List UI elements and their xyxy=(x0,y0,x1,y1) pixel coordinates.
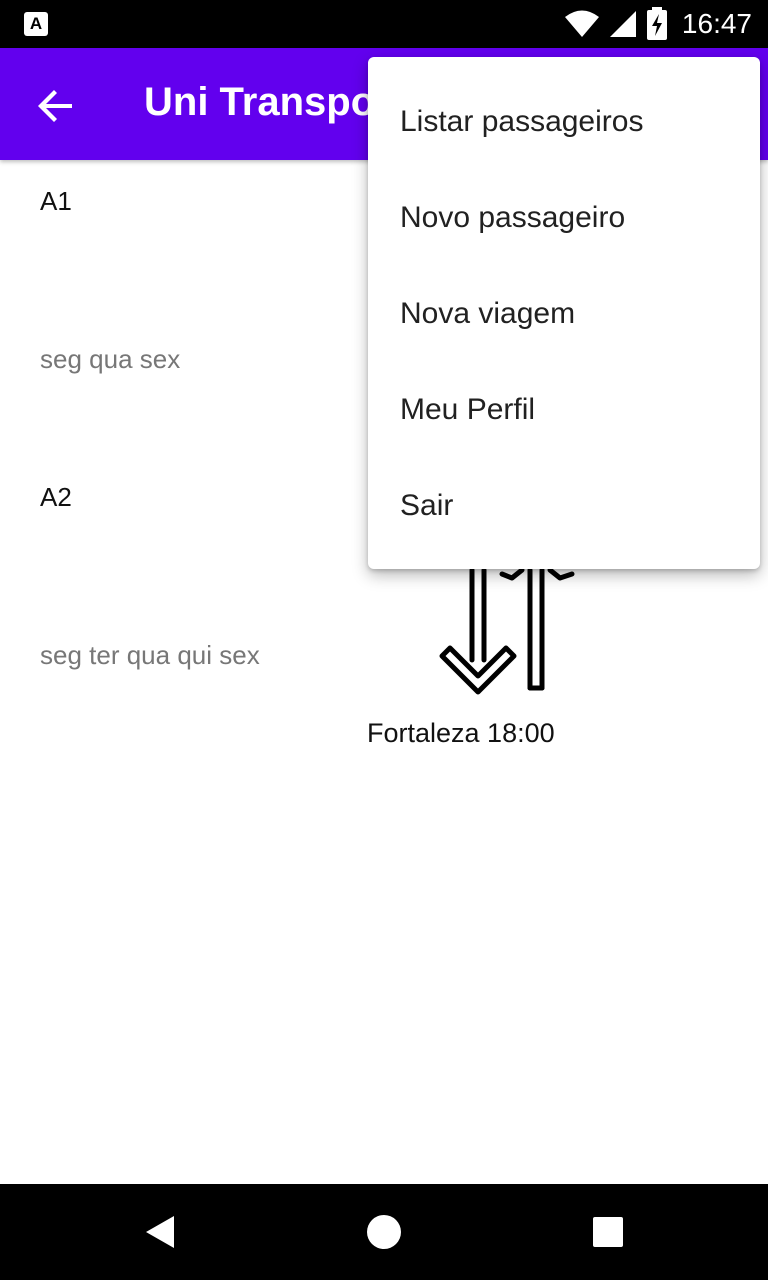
app-title: Uni Transpo xyxy=(144,80,376,124)
wifi-icon xyxy=(564,10,599,37)
menu-item-meu-perfil[interactable]: Meu Perfil xyxy=(368,362,760,458)
route-item-days: seg ter qua qui sex xyxy=(40,640,260,670)
status-time: 16:47 xyxy=(681,8,752,39)
menu-item-listar-passageiros[interactable]: Listar passageiros xyxy=(368,74,760,170)
recents-square-icon xyxy=(593,1217,623,1247)
route-item-days: seg qua sex xyxy=(40,344,181,374)
home-circle-icon xyxy=(367,1215,401,1249)
status-icons: 16:47 xyxy=(564,0,752,48)
app-notification-icon: A xyxy=(24,12,48,36)
arrow-left-icon xyxy=(38,90,72,122)
menu-item-novo-passageiro[interactable]: Novo passageiro xyxy=(368,170,760,266)
app-notification-letter: A xyxy=(29,14,43,33)
back-button[interactable] xyxy=(32,82,80,130)
route-item-name[interactable]: A1 xyxy=(40,186,72,217)
nav-recents-button[interactable] xyxy=(584,1208,632,1256)
trip-destination-time[interactable]: Fortaleza 18:00 xyxy=(367,718,555,749)
nav-home-button[interactable] xyxy=(360,1208,408,1256)
menu-item-sair[interactable]: Sair xyxy=(368,458,760,554)
back-triangle-icon xyxy=(146,1216,174,1248)
overflow-menu: Listar passageiros Novo passageiro Nova … xyxy=(368,57,760,569)
system-nav-bar xyxy=(0,1184,768,1280)
status-bar: A 16:47 xyxy=(0,0,768,48)
menu-item-nova-viagem[interactable]: Nova viagem xyxy=(368,266,760,362)
nav-back-button[interactable] xyxy=(136,1208,184,1256)
battery-charging-icon xyxy=(646,7,667,40)
signal-icon xyxy=(609,11,636,37)
route-item-name[interactable]: A2 xyxy=(40,482,72,513)
